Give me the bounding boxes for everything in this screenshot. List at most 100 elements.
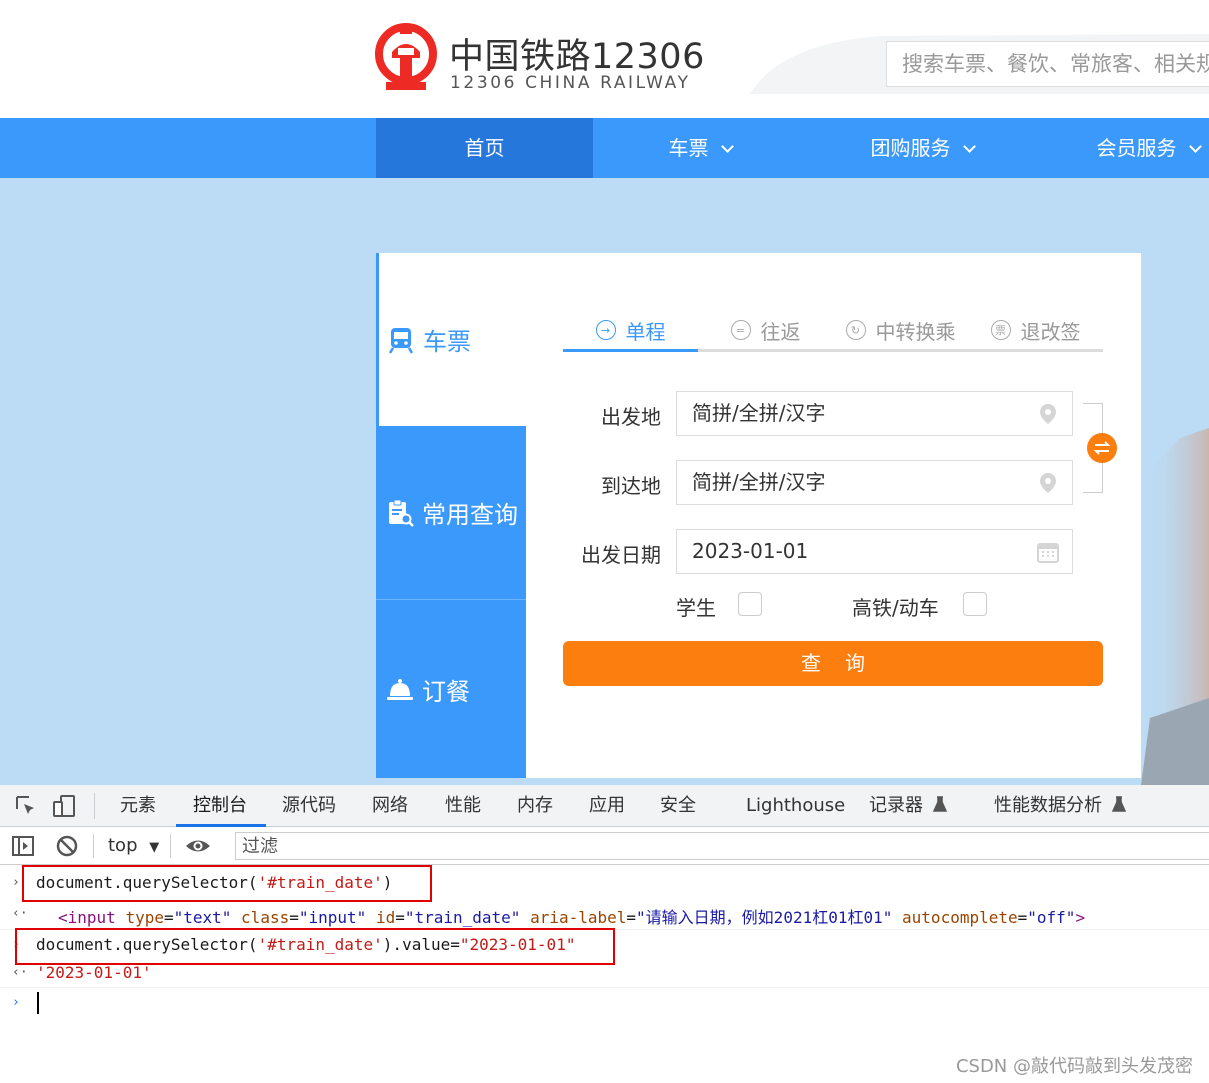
date-label: 出发日期: [581, 543, 661, 567]
side-tab-label: 订餐: [422, 677, 470, 706]
arrow-right-circle-icon: →: [595, 320, 616, 340]
side-tab-label: 常用查询: [422, 501, 518, 529]
chevron-down-icon: [1188, 140, 1202, 153]
inspect-element-icon[interactable]: [14, 794, 38, 818]
toolbar-divider: [93, 834, 94, 858]
experiment-flask-icon: [1111, 796, 1126, 812]
prompt-chevron-icon: ›: [12, 995, 20, 1010]
train-date-input[interactable]: 2023-01-01: [676, 529, 1073, 574]
highspeed-checkbox[interactable]: [963, 592, 987, 616]
main-nav: 首页 车票 团购服务 会员服务: [0, 118, 1209, 178]
chevron-down-icon: [720, 140, 734, 153]
side-tab-tickets[interactable]: 车票: [376, 253, 526, 426]
location-pin-icon: [1040, 473, 1056, 493]
chevron-down-icon: [962, 140, 976, 153]
highspeed-label: 高铁/动车: [852, 596, 939, 620]
devtools-tab-network[interactable]: 网络: [372, 785, 408, 827]
console-prompt-line[interactable]: ›: [0, 993, 1209, 1015]
devtools-tab-application[interactable]: 应用: [589, 785, 625, 827]
swap-stations-button[interactable]: [1087, 433, 1117, 463]
calendar-icon: [1037, 543, 1059, 563]
from-label: 出发地: [601, 405, 661, 429]
sidebar-toggle-icon[interactable]: [11, 834, 35, 858]
toolbar-divider: [94, 793, 95, 819]
csdn-watermark: CSDN @敲代码敲到头发茂密: [955, 1056, 1193, 1077]
devtools-tab-recorder[interactable]: 记录器: [869, 785, 947, 827]
clear-console-icon[interactable]: [55, 834, 79, 858]
trip-tab-label: 中转换乘: [875, 319, 956, 344]
brand-title: 中国铁路12306: [449, 37, 705, 77]
device-toolbar-icon[interactable]: [52, 794, 76, 818]
prompt-chevron-icon: ›: [12, 875, 20, 890]
nav-item-home[interactable]: 首页: [376, 118, 593, 178]
devtools-tab-sources[interactable]: 源代码: [282, 785, 336, 827]
train-icon: [387, 326, 415, 354]
live-expression-eye-icon[interactable]: [185, 834, 211, 858]
to-station-input[interactable]: 简拼/全拼/汉字: [676, 460, 1073, 505]
console-result-line[interactable]: ‹· <input type="text" class="input" id="…: [0, 904, 1209, 927]
console-divider: [0, 987, 1209, 988]
devtools-tab-memory[interactable]: 内存: [517, 785, 553, 827]
highlight-box: [15, 928, 615, 965]
food-cloche-icon: [386, 675, 414, 703]
devtools-panel: 元素 控制台 源代码 网络 性能 内存 应用 安全 Lighthouse 记录器…: [0, 785, 1209, 1083]
trip-tab-label: 退改签: [1020, 319, 1081, 344]
experiment-flask-icon: [932, 796, 947, 812]
execution-context-select[interactable]: top ▼: [108, 827, 159, 865]
nav-item-label: 会员服务: [1096, 136, 1177, 160]
from-station-value: 简拼/全拼/汉字: [692, 401, 826, 425]
result-arrow-icon: ‹·: [12, 965, 28, 980]
trip-tab-label: 单程: [625, 319, 666, 344]
nav-item-label: 车票: [668, 136, 709, 160]
toolbar-divider: [170, 834, 171, 858]
swap-arrows-icon: [1093, 441, 1111, 455]
train-date-value: 2023-01-01: [692, 539, 809, 563]
nav-item-member[interactable]: 会员服务: [1048, 118, 1209, 178]
value-result: '2023-01-01': [36, 963, 152, 982]
to-station-value: 简拼/全拼/汉字: [692, 470, 826, 494]
site-header: 中国铁路12306 12306 CHINA RAILWAY: [0, 0, 1209, 118]
console-result-line: ‹· '2023-01-01': [0, 963, 1209, 985]
side-tab-meal-order[interactable]: 订餐: [376, 600, 526, 778]
tab-round-trip[interactable]: = 往返: [698, 308, 833, 352]
nav-item-label: 团购服务: [870, 136, 951, 160]
console-filter-input[interactable]: [235, 832, 1209, 860]
caret-down-icon: ▼: [149, 840, 160, 855]
student-checkbox[interactable]: [738, 592, 762, 616]
context-value: top: [108, 835, 138, 856]
tab-transfer[interactable]: ↻ 中转换乘: [833, 308, 968, 352]
devtools-tab-bar: 元素 控制台 源代码 网络 性能 内存 应用 安全 Lighthouse 记录器…: [0, 785, 1209, 827]
devtools-tab-elements[interactable]: 元素: [120, 785, 156, 827]
clipboard-search-icon: [386, 499, 414, 527]
booking-side-tabs: 车票 常用查询 订餐: [376, 253, 526, 778]
china-railway-logo[interactable]: [374, 22, 438, 94]
devtools-tab-label: 性能数据分析: [994, 795, 1102, 816]
to-label: 到达地: [601, 474, 661, 498]
devtools-tab-performance[interactable]: 性能: [445, 785, 481, 827]
nav-item-label: 首页: [464, 136, 505, 160]
devtools-tab-console[interactable]: 控制台: [193, 785, 247, 827]
query-button[interactable]: 查询: [563, 641, 1103, 686]
console-toolbar: top ▼: [0, 827, 1209, 865]
trip-tab-label: 往返: [760, 319, 801, 344]
devtools-tab-security[interactable]: 安全: [660, 785, 696, 827]
hero-banner: 车票 常用查询 订餐 → 单程 = 往返 ↻ 中转换乘 票 退改签 出发地 简拼…: [0, 178, 1209, 785]
equals-circle-icon: =: [730, 320, 751, 340]
brand-subtitle: 12306 CHINA RAILWAY: [450, 73, 691, 93]
tab-refund-change[interactable]: 票 退改签: [968, 308, 1103, 352]
side-tab-common-query[interactable]: 常用查询: [376, 426, 526, 600]
active-tab-underline: [563, 349, 698, 352]
location-pin-icon: [1040, 404, 1056, 424]
nav-item-group-buy[interactable]: 团购服务: [822, 118, 1022, 178]
nav-item-tickets[interactable]: 车票: [600, 118, 800, 178]
result-arrow-icon: ‹·: [12, 906, 28, 921]
ticket-circle-icon: 票: [990, 320, 1011, 340]
student-label: 学生: [676, 596, 716, 620]
cycle-circle-icon: ↻: [845, 320, 866, 340]
tab-one-way[interactable]: → 单程: [563, 308, 698, 352]
site-search-input[interactable]: [886, 41, 1209, 87]
console-output: › document.querySelector('#train_date') …: [0, 865, 1209, 1083]
from-station-input[interactable]: 简拼/全拼/汉字: [676, 391, 1073, 436]
devtools-tab-performance-insights[interactable]: 性能数据分析: [994, 785, 1126, 827]
devtools-tab-lighthouse[interactable]: Lighthouse: [746, 785, 845, 827]
